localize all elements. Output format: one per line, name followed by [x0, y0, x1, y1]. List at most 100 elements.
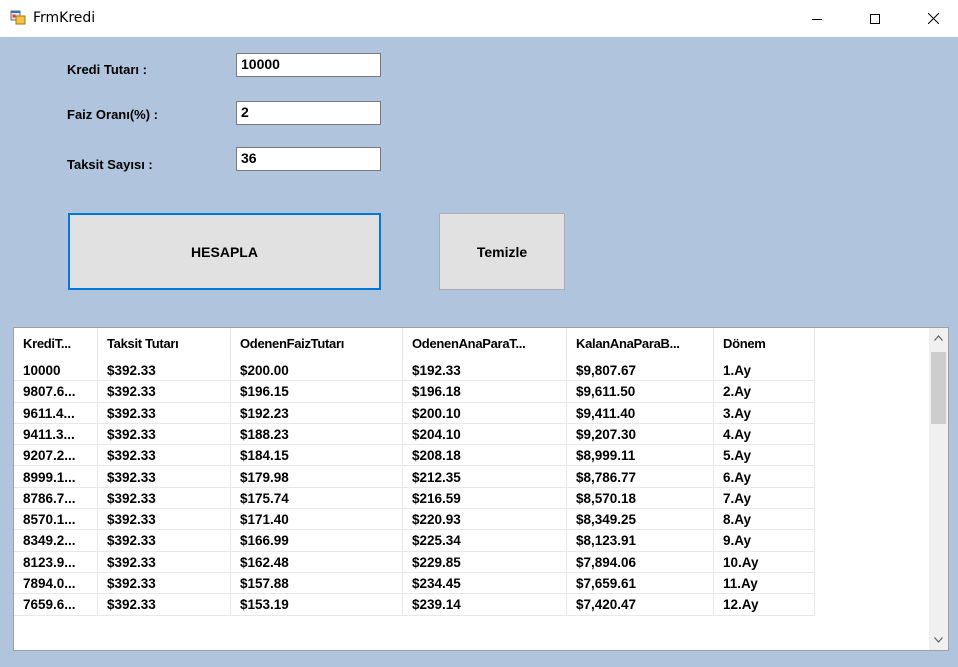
cell-kalan-ana-para[interactable]: $8,123.91 [567, 530, 714, 552]
cell-donem[interactable]: 8.Ay [714, 509, 815, 531]
column-header-odenen-faiz[interactable]: OdenenFaizTutarı [231, 328, 403, 360]
cell-kalan-ana-para[interactable]: $7,659.61 [567, 573, 714, 595]
column-header-taksit-tutari[interactable]: Taksit Tutarı [98, 328, 231, 360]
cell-kalan-ana-para[interactable]: $7,894.06 [567, 551, 714, 573]
cell-donem[interactable]: 4.Ay [714, 423, 815, 446]
cell-odenen-ana-para[interactable]: $234.45 [403, 573, 567, 595]
cell-kalan-ana-para[interactable]: $9,611.50 [567, 381, 714, 403]
cell-kalan-ana-para[interactable]: $8,786.77 [567, 466, 714, 488]
cell-donem[interactable]: 10.Ay [714, 551, 815, 573]
cell-kredi-tutari[interactable]: 8786.7... [14, 487, 98, 510]
cell-odenen-ana-para[interactable]: $204.10 [403, 423, 567, 446]
cell-kredi-tutari[interactable]: 7894.0... [14, 573, 98, 595]
cell-taksit-tutari[interactable]: $392.33 [98, 381, 231, 403]
cell-kredi-tutari[interactable]: 8349.2... [14, 530, 98, 552]
scroll-thumb[interactable] [931, 352, 946, 424]
cell-kredi-tutari[interactable]: 9207.2... [14, 445, 98, 467]
cell-odenen-faiz[interactable]: $166.99 [231, 530, 403, 552]
cell-taksit-tutari[interactable]: $392.33 [98, 402, 231, 424]
cell-kalan-ana-para[interactable]: $9,807.67 [567, 360, 714, 382]
column-header-donem[interactable]: Dönem [714, 328, 815, 360]
cell-kalan-ana-para[interactable]: $8,999.11 [567, 445, 714, 467]
hesapla-button[interactable]: HESAPLA [68, 213, 381, 290]
cell-taksit-tutari[interactable]: $392.33 [98, 423, 231, 446]
cell-kredi-tutari[interactable]: 8123.9... [14, 551, 98, 573]
cell-donem[interactable]: 5.Ay [714, 445, 815, 467]
cell-taksit-tutari[interactable]: $392.33 [98, 594, 231, 616]
cell-donem[interactable]: 9.Ay [714, 530, 815, 552]
minimize-button[interactable] [788, 0, 846, 37]
cell-kredi-tutari[interactable]: 8999.1... [14, 466, 98, 488]
table-row[interactable]: 8570.1... $392.33 $171.40 $220.93 $8,349.25 8… [14, 509, 815, 531]
table-row[interactable]: 9611.4... $392.33 $192.23 $200.10 $9,411.40 3… [14, 402, 815, 424]
cell-kalan-ana-para[interactable]: $8,349.25 [567, 509, 714, 531]
cell-donem[interactable]: 12.Ay [714, 594, 815, 616]
scroll-up-icon[interactable] [929, 328, 948, 348]
cell-donem[interactable]: 2.Ay [714, 381, 815, 403]
taksit-sayisi-input[interactable]: 36 [236, 147, 381, 171]
cell-odenen-ana-para[interactable]: $216.59 [403, 487, 567, 510]
column-header-kalan-ana-para[interactable]: KalanAnaParaB... [567, 328, 714, 360]
cell-odenen-faiz[interactable]: $200.00 [231, 360, 403, 382]
cell-kalan-ana-para[interactable]: $9,411.40 [567, 402, 714, 424]
cell-taksit-tutari[interactable]: $392.33 [98, 445, 231, 467]
scroll-down-icon[interactable] [929, 630, 948, 650]
cell-odenen-ana-para[interactable]: $196.18 [403, 381, 567, 403]
vertical-scrollbar[interactable] [929, 328, 948, 650]
cell-taksit-tutari[interactable]: $392.33 [98, 509, 231, 531]
cell-taksit-tutari[interactable]: $392.33 [98, 530, 231, 552]
maximize-button[interactable] [846, 0, 904, 37]
table-row[interactable]: 8349.2... $392.33 $166.99 $225.34 $8,123.91 9… [14, 530, 815, 552]
cell-kredi-tutari[interactable]: 9807.6... [14, 381, 98, 403]
cell-taksit-tutari[interactable]: $392.33 [98, 360, 231, 382]
column-header-odenen-ana-para[interactable]: OdenenAnaParaT... [403, 328, 567, 360]
cell-odenen-ana-para[interactable]: $229.85 [403, 551, 567, 573]
faiz-orani-input[interactable]: 2 [236, 101, 381, 125]
temizle-button[interactable]: Temizle [439, 213, 565, 290]
cell-odenen-ana-para[interactable]: $192.33 [403, 360, 567, 382]
cell-odenen-faiz[interactable]: $162.48 [231, 551, 403, 573]
cell-odenen-faiz[interactable]: $179.98 [231, 466, 403, 488]
cell-odenen-ana-para[interactable]: $225.34 [403, 530, 567, 552]
table-row[interactable]: 7894.0... $392.33 $157.88 $234.45 $7,659.61 1… [14, 573, 815, 595]
cell-odenen-faiz[interactable]: $175.74 [231, 487, 403, 510]
cell-odenen-faiz[interactable]: $171.40 [231, 509, 403, 531]
cell-donem[interactable]: 3.Ay [714, 402, 815, 424]
cell-kalan-ana-para[interactable]: $9,207.30 [567, 423, 714, 446]
cell-kalan-ana-para[interactable]: $8,570.18 [567, 487, 714, 510]
cell-donem[interactable]: 6.Ay [714, 466, 815, 488]
cell-odenen-faiz[interactable]: $188.23 [231, 423, 403, 446]
table-row[interactable]: 9807.6... $392.33 $196.15 $196.18 $9,611.50 2… [14, 381, 815, 403]
cell-donem[interactable]: 7.Ay [714, 487, 815, 510]
table-row[interactable]: 7659.6... $392.33 $153.19 $239.14 $7,420.47 1… [14, 594, 815, 616]
cell-taksit-tutari[interactable]: $392.33 [98, 573, 231, 595]
table-row[interactable]: 9207.2... $392.33 $184.15 $208.18 $8,999.11 5… [14, 445, 815, 467]
cell-kredi-tutari[interactable]: 9411.3... [14, 423, 98, 446]
cell-taksit-tutari[interactable]: $392.33 [98, 551, 231, 573]
column-header-kredi-tutari[interactable]: KrediT... [14, 328, 98, 360]
cell-odenen-ana-para[interactable]: $220.93 [403, 509, 567, 531]
kredi-tutari-input[interactable]: 10000 [236, 53, 381, 77]
cell-odenen-faiz[interactable]: $153.19 [231, 594, 403, 616]
amortization-table[interactable]: KrediT... Taksit Tutarı OdenenFaizTutarı… [13, 327, 949, 651]
table-row[interactable]: 10000 $392.33 $200.00 $192.33 $9,807.67 1.Ay [14, 360, 815, 382]
cell-kredi-tutari[interactable]: 10000 [14, 360, 98, 382]
cell-kredi-tutari[interactable]: 9611.4... [14, 402, 98, 424]
table-row[interactable]: 9411.3... $392.33 $188.23 $204.10 $9,207.30 4… [14, 423, 815, 446]
cell-taksit-tutari[interactable]: $392.33 [98, 487, 231, 510]
cell-odenen-faiz[interactable]: $157.88 [231, 573, 403, 595]
cell-odenen-faiz[interactable]: $196.15 [231, 381, 403, 403]
cell-odenen-ana-para[interactable]: $239.14 [403, 594, 567, 616]
cell-donem[interactable]: 11.Ay [714, 573, 815, 595]
table-row[interactable]: 8786.7... $392.33 $175.74 $216.59 $8,570.18 7… [14, 487, 815, 510]
cell-taksit-tutari[interactable]: $392.33 [98, 466, 231, 488]
cell-odenen-ana-para[interactable]: $200.10 [403, 402, 567, 424]
table-row[interactable]: 8123.9... $392.33 $162.48 $229.85 $7,894.06 1… [14, 551, 815, 573]
cell-kalan-ana-para[interactable]: $7,420.47 [567, 594, 714, 616]
table-row[interactable]: 8999.1... $392.33 $179.98 $212.35 $8,786.77 6… [14, 466, 815, 488]
cell-odenen-faiz[interactable]: $184.15 [231, 445, 403, 467]
cell-odenen-ana-para[interactable]: $212.35 [403, 466, 567, 488]
cell-odenen-ana-para[interactable]: $208.18 [403, 445, 567, 467]
close-button[interactable] [904, 0, 958, 37]
cell-donem[interactable]: 1.Ay [714, 360, 815, 382]
